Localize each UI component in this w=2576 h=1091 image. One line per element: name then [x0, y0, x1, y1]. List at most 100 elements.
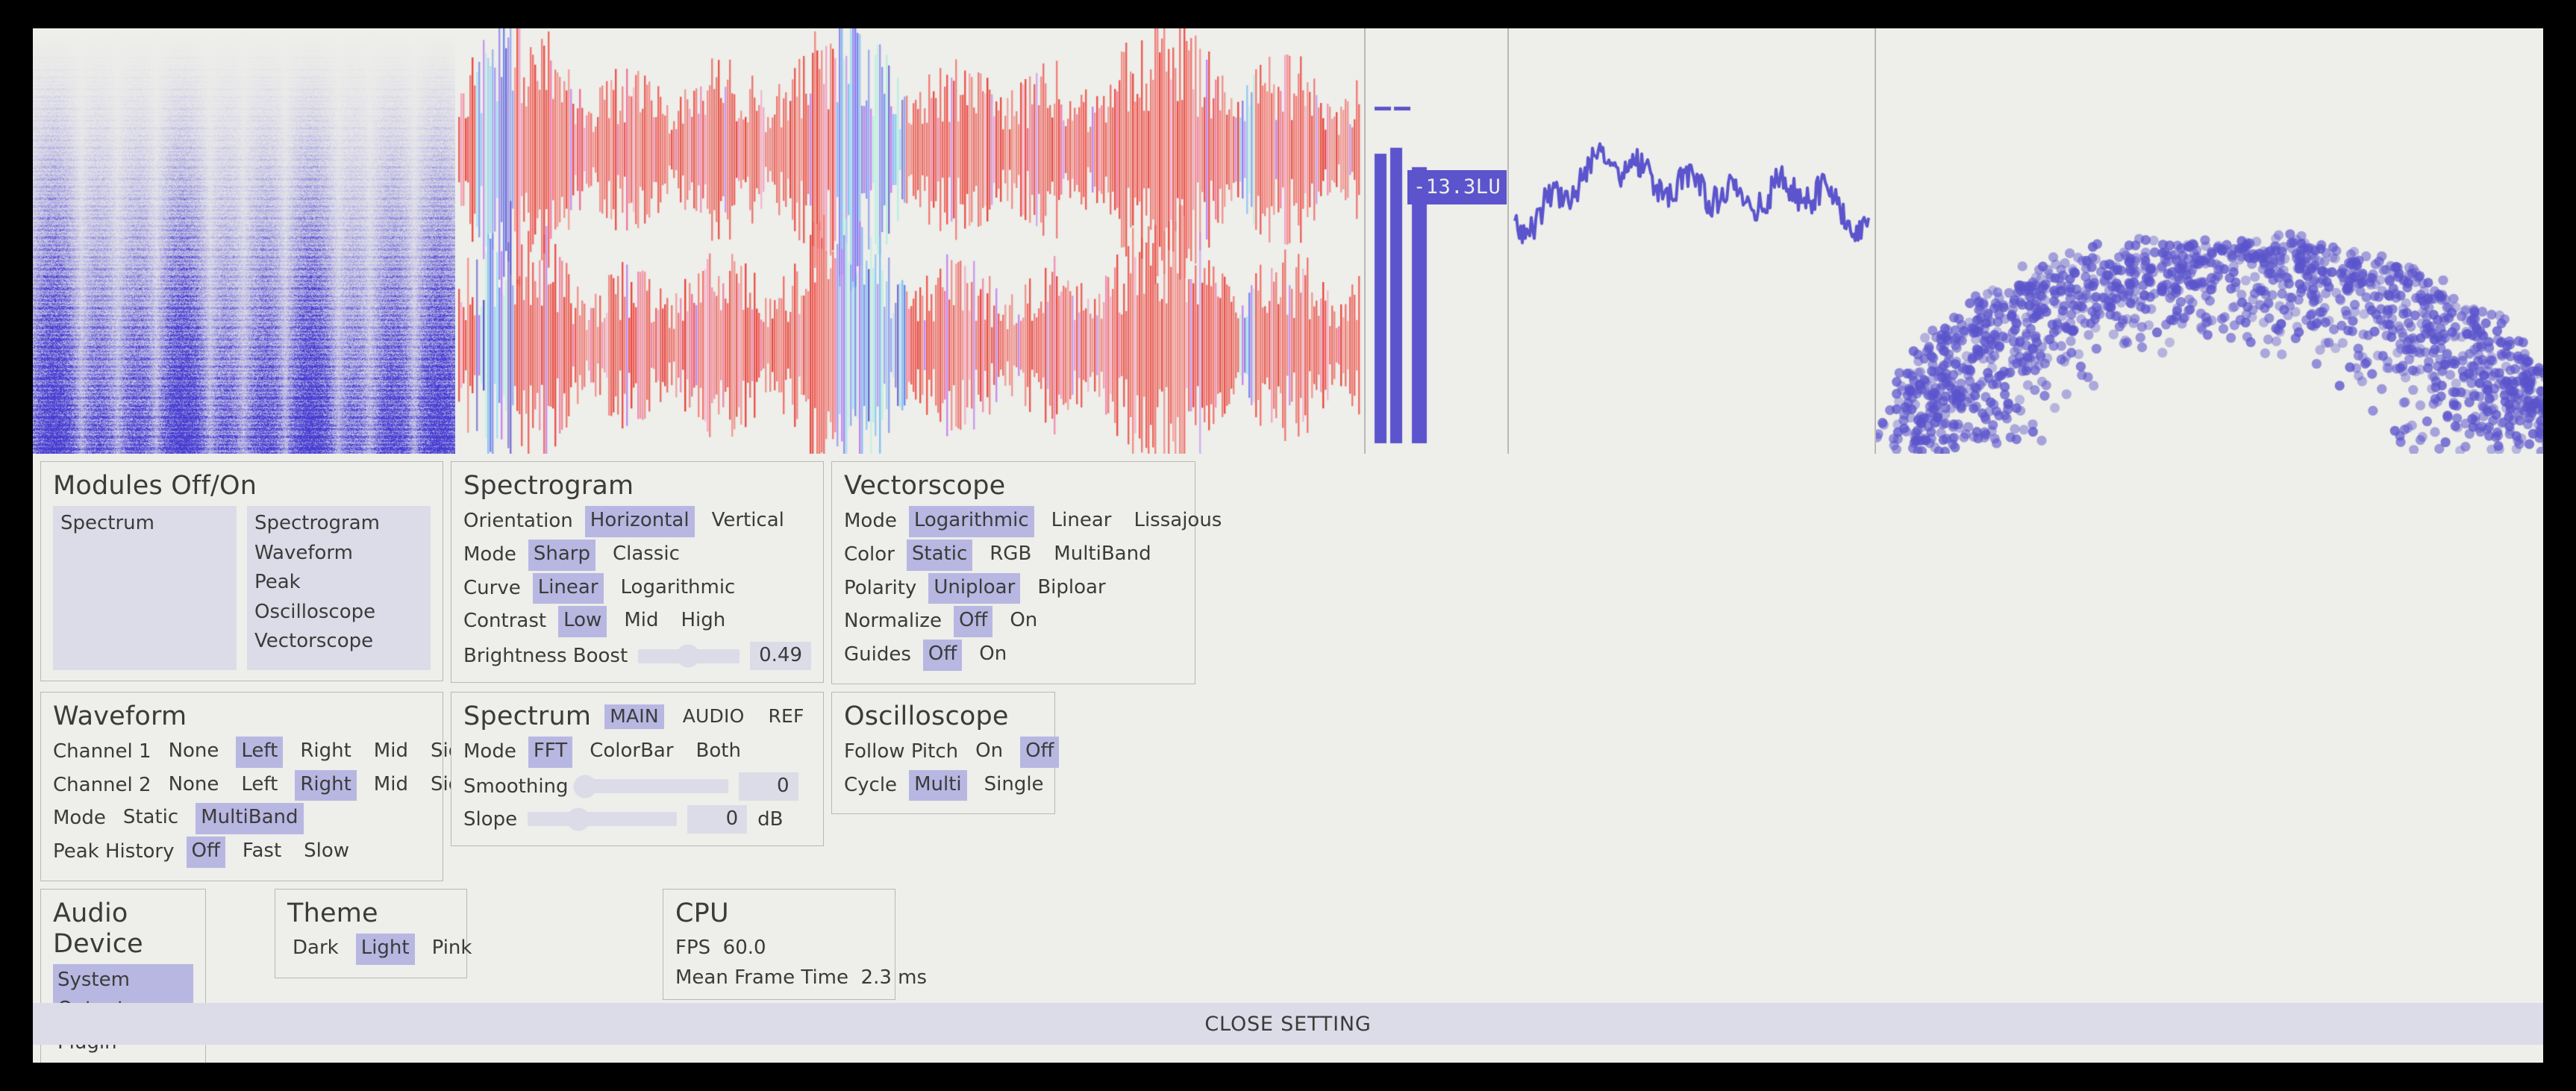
- vectorscope-normalize-row: Normalize Off On: [844, 606, 1183, 637]
- follow-pitch-row: Follow Pitch On Off: [844, 737, 1042, 768]
- modules-off-column[interactable]: Spectrum: [53, 506, 237, 670]
- waveform-mode-option-multiband[interactable]: MultiBand: [196, 803, 303, 834]
- spectrum-source-main[interactable]: MAIN: [604, 704, 664, 730]
- normalize-option-on[interactable]: On: [1004, 606, 1042, 637]
- waveform-channel2-row: Channel 2 None Left Right Mid Side: [53, 770, 431, 801]
- channel1-option-left[interactable]: Left: [236, 737, 283, 768]
- waveform-channel1-row: Channel 1 None Left Right Mid Side: [53, 737, 431, 768]
- spectrum-source-ref[interactable]: REF: [763, 704, 809, 730]
- vectorscope-polarity-row: Polarity Uniploar Biploar: [844, 573, 1183, 604]
- spectrogram-contrast-row: Contrast Low Mid High: [463, 606, 811, 637]
- slope-slider[interactable]: [528, 812, 677, 826]
- vectorscope-display[interactable]: [1876, 28, 2543, 454]
- vectorscope-mode-label: Mode: [844, 507, 897, 536]
- module-item-spectrum[interactable]: Spectrum: [59, 509, 231, 539]
- slope-thumb[interactable]: [567, 807, 590, 831]
- vectorscope-mode-option-logarithmic[interactable]: Logarithmic: [909, 506, 1034, 537]
- waveform-mode-option-static[interactable]: Static: [118, 803, 184, 834]
- waveform-display[interactable]: [455, 28, 1366, 454]
- vectorscope-mode-option-linear[interactable]: Linear: [1046, 506, 1117, 537]
- contrast-option-low[interactable]: Low: [558, 606, 607, 637]
- curve-option-linear[interactable]: Linear: [533, 573, 604, 604]
- guides-option-on[interactable]: On: [974, 640, 1012, 671]
- spectrogram-mode-option-classic[interactable]: Classic: [607, 540, 685, 571]
- spectrum-mode-option-fft[interactable]: FFT: [528, 737, 572, 768]
- spectrum-panel-title: Spectrum: [463, 701, 591, 732]
- brightness-boost-value[interactable]: 0.49: [750, 642, 811, 670]
- peak-history-option-off[interactable]: Off: [187, 837, 225, 868]
- theme-panel: Theme Dark Light Pink: [275, 889, 467, 978]
- spectrum-settings-panel: Spectrum MAIN AUDIO REF Mode FFT ColorBa…: [451, 692, 824, 846]
- slope-row: Slope 0 dB: [463, 805, 811, 834]
- module-item-spectrogram[interactable]: Spectrogram: [253, 509, 425, 539]
- waveform-mode-row: Mode Static MultiBand: [53, 803, 431, 834]
- theme-option-pink[interactable]: Pink: [427, 934, 478, 965]
- close-setting-button[interactable]: CLOSE SETTING: [33, 1003, 2543, 1045]
- channel2-option-none[interactable]: None: [163, 770, 225, 801]
- vectorscope-color-option-multiband[interactable]: MultiBand: [1048, 540, 1156, 571]
- cycle-row: Cycle Multi Single: [844, 770, 1042, 801]
- channel2-option-mid[interactable]: Mid: [369, 770, 413, 801]
- cycle-option-multi[interactable]: Multi: [909, 770, 967, 801]
- channel2-label: Channel 2: [53, 772, 151, 800]
- vectorscope-color-option-static[interactable]: Static: [907, 540, 972, 571]
- theme-options-row: Dark Light Pink: [287, 934, 454, 965]
- cpu-frame-time-label: Mean Frame Time: [675, 966, 848, 989]
- channel2-option-left[interactable]: Left: [236, 770, 283, 801]
- smoothing-value[interactable]: 0: [739, 772, 798, 801]
- oscilloscope-display[interactable]: [1509, 28, 1876, 454]
- orientation-option-vertical[interactable]: Vertical: [707, 506, 790, 537]
- module-item-oscilloscope[interactable]: Oscilloscope: [253, 598, 425, 628]
- spectrogram-orientation-row: Orientation Horizontal Vertical: [463, 506, 811, 537]
- spectrogram-panel-title: Spectrogram: [463, 471, 811, 501]
- smoothing-slider[interactable]: [579, 779, 728, 793]
- smoothing-thumb[interactable]: [573, 775, 596, 798]
- spectrogram-display[interactable]: [33, 28, 455, 454]
- module-item-waveform[interactable]: Waveform: [253, 539, 425, 569]
- vectorscope-mode-option-lissajous[interactable]: Lissajous: [1128, 506, 1227, 537]
- brightness-boost-slider[interactable]: [638, 649, 740, 663]
- guides-label: Guides: [844, 641, 911, 669]
- peak-lu-value: -13.3LU: [1407, 170, 1507, 204]
- follow-pitch-option-on[interactable]: On: [970, 737, 1008, 768]
- channel1-label: Channel 1: [53, 738, 151, 766]
- module-item-peak[interactable]: Peak: [253, 568, 425, 598]
- oscilloscope-panel-title: Oscilloscope: [844, 701, 1042, 732]
- spectrum-source-audio[interactable]: AUDIO: [678, 704, 750, 730]
- spectrum-mode-option-colorbar[interactable]: ColorBar: [584, 737, 678, 768]
- cycle-option-single[interactable]: Single: [979, 770, 1049, 801]
- module-item-vectorscope[interactable]: Vectorscope: [253, 627, 425, 657]
- guides-option-off[interactable]: Off: [923, 640, 962, 671]
- contrast-option-high[interactable]: High: [675, 606, 731, 637]
- waveform-peak-history-row: Peak History Off Fast Slow: [53, 837, 431, 868]
- orientation-option-horizontal[interactable]: Horizontal: [585, 506, 695, 537]
- vectorscope-color-option-rgb[interactable]: RGB: [984, 540, 1037, 571]
- channel1-option-none[interactable]: None: [163, 737, 225, 768]
- smoothing-row: Smoothing 0: [463, 772, 811, 801]
- spectrum-mode-option-both[interactable]: Both: [691, 737, 746, 768]
- peak-meter[interactable]: -13.3LU: [1366, 28, 1509, 454]
- theme-option-light[interactable]: Light: [356, 934, 415, 965]
- polarity-option-unipolar[interactable]: Uniploar: [928, 573, 1020, 604]
- polarity-option-bipolar[interactable]: Biploar: [1032, 573, 1110, 604]
- curve-option-logarithmic[interactable]: Logarithmic: [616, 573, 741, 604]
- orientation-label: Orientation: [463, 507, 573, 536]
- channel2-option-right[interactable]: Right: [295, 770, 356, 801]
- spectrogram-mode-option-sharp[interactable]: Sharp: [528, 540, 595, 571]
- smoothing-label: Smoothing: [463, 775, 569, 798]
- spectrogram-curve-row: Curve Linear Logarithmic: [463, 573, 811, 604]
- brightness-boost-thumb[interactable]: [676, 645, 699, 668]
- brightness-boost-label: Brightness Boost: [463, 645, 628, 667]
- channel1-option-mid[interactable]: Mid: [369, 737, 413, 768]
- vectorscope-color-label: Color: [844, 541, 895, 569]
- theme-option-dark[interactable]: Dark: [287, 934, 344, 965]
- modules-on-column[interactable]: Spectrogram Waveform Peak Oscilloscope V…: [247, 506, 431, 670]
- normalize-option-off[interactable]: Off: [954, 606, 992, 637]
- contrast-option-mid[interactable]: Mid: [619, 606, 663, 637]
- peak-history-option-slow[interactable]: Slow: [298, 837, 354, 868]
- vectorscope-settings-panel: Vectorscope Mode Logarithmic Linear Liss…: [831, 461, 1195, 684]
- peak-history-option-fast[interactable]: Fast: [237, 837, 287, 868]
- follow-pitch-option-off[interactable]: Off: [1020, 737, 1059, 768]
- slope-value[interactable]: 0: [687, 805, 747, 834]
- channel1-option-right[interactable]: Right: [295, 737, 356, 768]
